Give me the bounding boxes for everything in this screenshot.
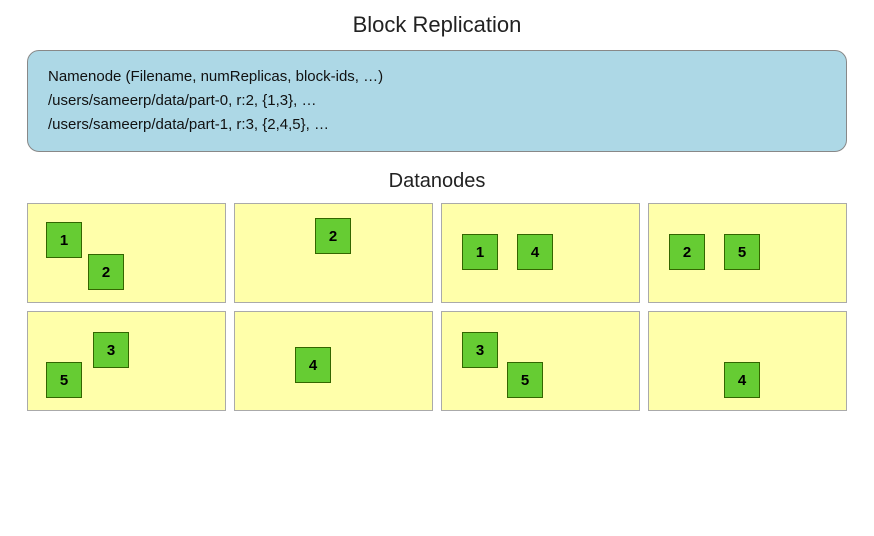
namenode-line2: /users/sameerp/data/part-0, r:2, {1,3}, … (48, 92, 316, 109)
datanode-grid: 1221425534354 (27, 203, 847, 411)
block-4: 4 (295, 347, 331, 383)
page: Block Replication Namenode (Filename, nu… (0, 0, 874, 536)
namenode-line3: /users/sameerp/data/part-1, r:3, {2,4,5}… (48, 116, 329, 133)
datanode-cell: 4 (648, 311, 847, 411)
datanodes-label: Datanodes (389, 170, 486, 193)
datanode-cell: 4 (234, 311, 433, 411)
block-1: 1 (46, 222, 82, 258)
block-2: 2 (315, 218, 351, 254)
page-title: Block Replication (353, 12, 522, 38)
block-3: 3 (462, 332, 498, 368)
datanode-cell: 14 (441, 203, 640, 303)
block-4: 4 (724, 362, 760, 398)
namenode-line1: Namenode (Filename, numReplicas, block-i… (48, 68, 383, 85)
block-4: 4 (517, 234, 553, 270)
datanode-cell: 2 (234, 203, 433, 303)
block-2: 2 (669, 234, 705, 270)
namenode-box: Namenode (Filename, numReplicas, block-i… (27, 50, 847, 152)
block-1: 1 (462, 234, 498, 270)
datanode-cell: 12 (27, 203, 226, 303)
datanode-cell: 53 (27, 311, 226, 411)
block-5: 5 (724, 234, 760, 270)
block-3: 3 (93, 332, 129, 368)
datanode-cell: 35 (441, 311, 640, 411)
datanode-cell: 25 (648, 203, 847, 303)
block-2: 2 (88, 254, 124, 290)
block-5: 5 (46, 362, 82, 398)
block-5: 5 (507, 362, 543, 398)
